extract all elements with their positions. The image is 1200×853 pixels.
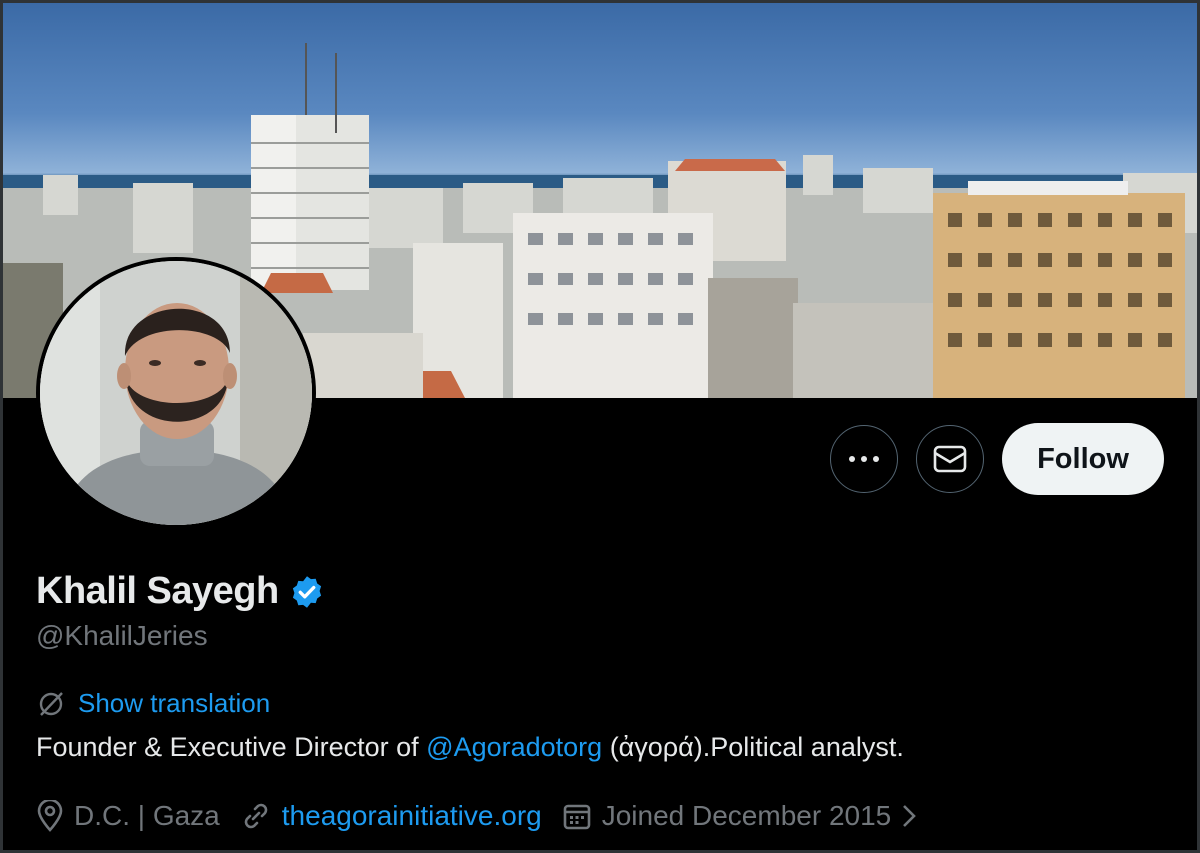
location-text: D.C. | Gaza — [74, 800, 220, 831]
profile-meta: D.C. | Gaza theagorainitiative.org Joine… — [36, 800, 917, 832]
translation-row[interactable]: Show translation — [36, 688, 270, 719]
more-icon — [849, 456, 879, 462]
profile-avatar[interactable] — [36, 257, 316, 529]
more-button[interactable] — [830, 425, 898, 493]
joined-text: Joined December 2015 — [601, 800, 892, 831]
location-pin-icon — [37, 800, 63, 832]
message-button[interactable] — [916, 425, 984, 493]
bio-text-prefix: Founder & Executive Director of — [36, 732, 427, 762]
bio-text-suffix: (ἀγορά).Political analyst. — [602, 732, 904, 762]
bio-mention-link[interactable]: @Agoradotorg — [426, 732, 602, 762]
person-photo — [40, 261, 312, 525]
profile-bio: Founder & Executive Director of @Agorado… — [36, 732, 904, 763]
profile-handle: @KhalilJeries — [36, 620, 208, 651]
chevron-right-icon — [903, 805, 917, 827]
joined-item[interactable]: Joined December 2015 — [562, 800, 918, 832]
location-item: D.C. | Gaza — [36, 800, 220, 832]
follow-button[interactable]: Follow — [1002, 423, 1164, 495]
calendar-icon — [563, 804, 591, 830]
profile-name: Khalil Sayegh — [36, 570, 279, 612]
verified-badge-icon[interactable] — [289, 574, 325, 610]
link-icon — [244, 803, 268, 829]
translate-globe-icon — [39, 691, 63, 716]
show-translation-link[interactable]: Show translation — [78, 688, 270, 719]
website-item[interactable]: theagorainitiative.org — [240, 800, 542, 832]
envelope-icon — [933, 445, 967, 473]
profile-actions: Follow — [830, 423, 1164, 495]
website-link[interactable]: theagorainitiative.org — [282, 800, 542, 832]
profile-name-row: Khalil Sayegh — [36, 570, 325, 613]
